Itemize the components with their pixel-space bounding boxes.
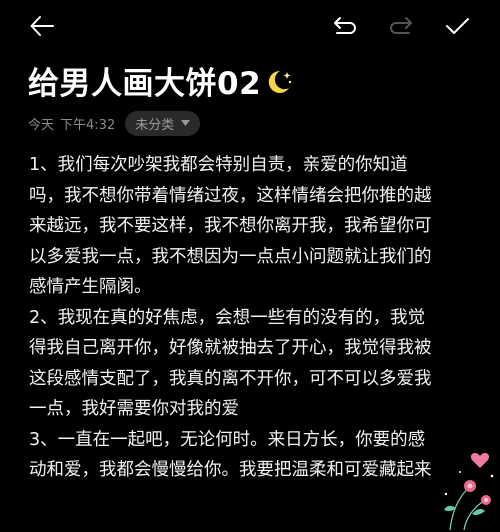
note-paragraph: 2、我现在真的好焦虑，会想一些有的没有的，我觉 得我自己离开你，好像就被抽去了开… (29, 307, 432, 420)
note-date: 今天 (28, 117, 55, 133)
done-button[interactable] (439, 8, 475, 44)
crescent-moon-icon (263, 67, 293, 105)
note-body[interactable]: 1、我们每次吵架我都会特别自责，亲爱的你知道 吗，我不想你带着情绪过夜，这样情绪… (29, 150, 477, 486)
category-label: 未分类 (135, 117, 175, 133)
note-meta: 今天 下午4:32 未分类 (28, 110, 201, 136)
undo-icon (334, 17, 356, 34)
note-paragraph: 1、我们每次吵架我都会特别自责，亲爱的你知道 吗，我不想你带着情绪过夜，这样情绪… (29, 155, 432, 297)
redo-button[interactable] (383, 8, 419, 44)
arrow-left-icon (30, 16, 54, 36)
flower-sticker-icon (444, 453, 494, 531)
back-button[interactable] (24, 8, 60, 44)
redo-icon (390, 17, 412, 34)
caret-down-icon (181, 120, 191, 126)
category-dropdown[interactable]: 未分类 (125, 110, 201, 136)
checkmark-icon (446, 18, 469, 34)
note-toolbar (0, 0, 500, 52)
undo-button[interactable] (327, 8, 363, 44)
note-title[interactable]: 给男人画大饼02 (28, 58, 293, 105)
note-title-text: 给男人画大饼02 (28, 66, 262, 102)
note-paragraph: 3、一直在一起吧，无论何时。来日方长，你要的感 动和爱，我都会慢慢给你。我要把温… (29, 429, 432, 481)
note-time: 下午4:32 (60, 117, 116, 133)
